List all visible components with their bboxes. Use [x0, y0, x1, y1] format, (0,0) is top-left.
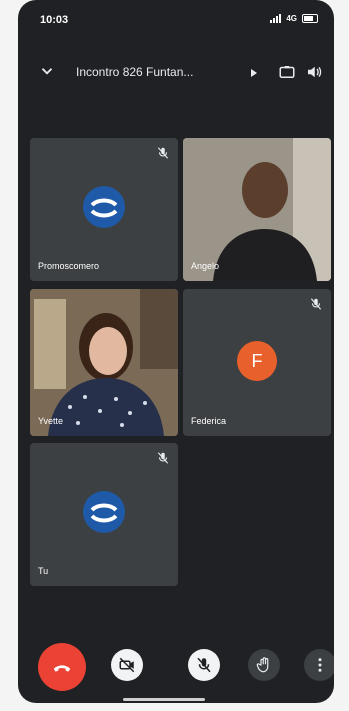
participant-logo-avatar: [83, 186, 125, 228]
mic-off-icon: [197, 657, 211, 673]
status-bar: 10:03 4G: [18, 0, 334, 44]
speaker-icon[interactable]: [305, 63, 323, 81]
home-indicator[interactable]: [123, 698, 205, 701]
status-icons: 4G: [270, 13, 318, 23]
caret-right-icon[interactable]: [250, 68, 258, 78]
participant-name: Federica: [191, 416, 227, 426]
participant-video: [30, 289, 178, 436]
meeting-title[interactable]: Incontro 826 Funtan...: [76, 65, 193, 79]
signal-icon: [270, 13, 282, 23]
end-call-button[interactable]: [38, 643, 86, 691]
network-type: 4G: [286, 13, 297, 23]
participant-name: Promoscomero: [38, 261, 100, 271]
man-video-feed: [183, 138, 331, 281]
globe-logo-icon: [90, 503, 118, 523]
chevron-down-icon[interactable]: [38, 62, 56, 80]
more-vertical-icon: [318, 658, 322, 672]
battery-icon: [302, 13, 318, 23]
participant-video: [183, 138, 331, 281]
mic-toggle-button[interactable]: [188, 649, 220, 681]
status-time: 10:03: [40, 14, 69, 26]
participant-name: Tu: [38, 566, 49, 576]
phone-hangup-icon: [53, 665, 71, 672]
participant-name: Yvette: [38, 416, 64, 426]
participant-tile[interactable]: Tu: [30, 443, 178, 586]
mic-off-icon: [157, 452, 169, 464]
hand-icon: [256, 657, 269, 673]
call-header: Incontro 826 Funtan...: [18, 58, 334, 90]
raise-hand-button[interactable]: [248, 649, 280, 681]
participant-tile[interactable]: Yvette: [30, 289, 178, 436]
mic-off-icon: [157, 147, 169, 159]
participant-initial-avatar: F: [237, 341, 277, 381]
call-controls: [18, 635, 334, 695]
switch-camera-icon[interactable]: [278, 63, 296, 81]
meet-call-screen: 10:03 4G Incontro 826 Funtan... Promosco…: [18, 0, 334, 703]
participant-name: Angelo: [191, 261, 220, 271]
woman-video-feed: [30, 289, 178, 436]
mic-off-icon: [310, 298, 322, 310]
participant-tile[interactable]: Angelo: [183, 138, 331, 281]
participant-tile[interactable]: F Federica: [183, 289, 331, 436]
globe-logo-icon: [90, 198, 118, 218]
video-off-icon: [119, 657, 135, 673]
more-options-button[interactable]: [304, 649, 334, 681]
camera-toggle-button[interactable]: [111, 649, 143, 681]
participant-logo-avatar: [83, 491, 125, 533]
participant-tile[interactable]: Promoscomero: [30, 138, 178, 281]
